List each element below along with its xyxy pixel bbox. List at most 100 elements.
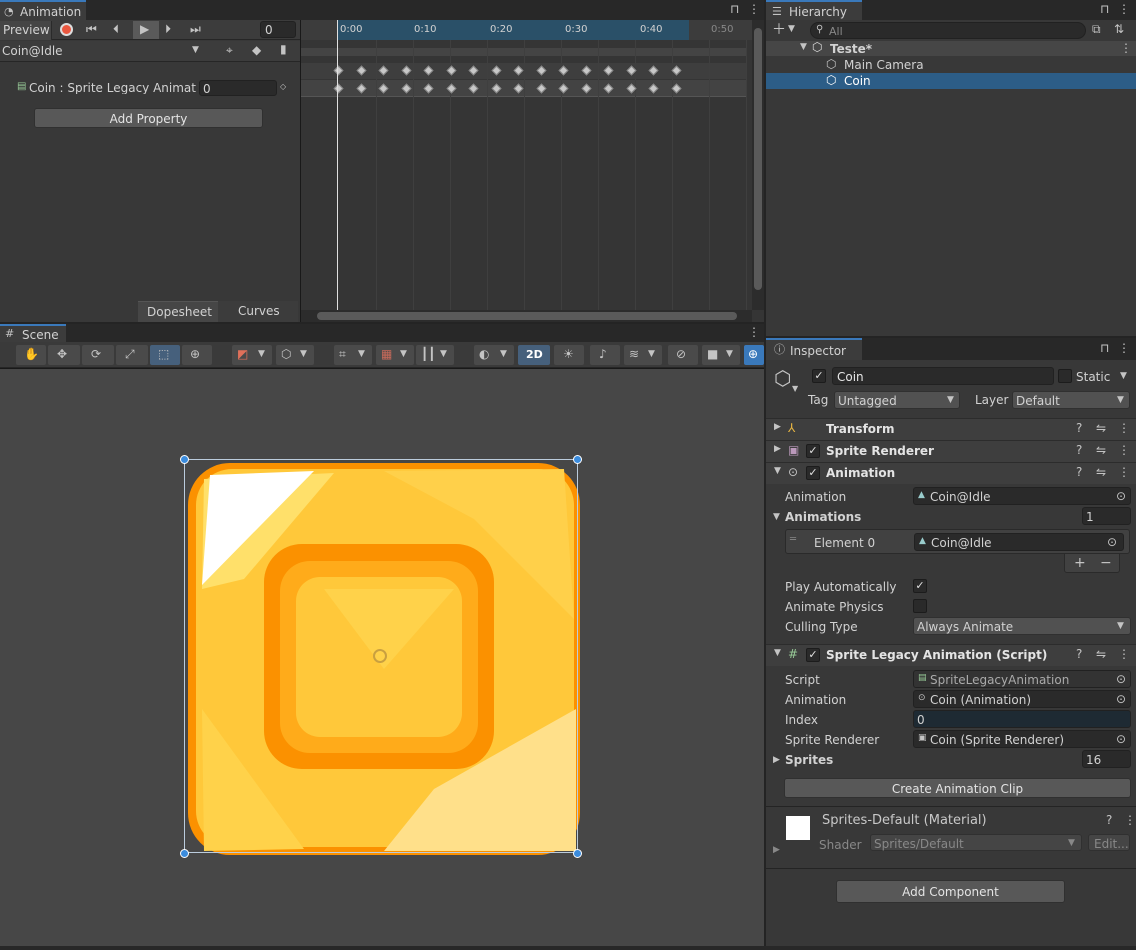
add-property-button[interactable]: Add Property xyxy=(34,108,263,128)
resize-handle[interactable] xyxy=(180,455,189,464)
clip-dropdown[interactable]: Coin@Idle ▼ xyxy=(0,42,206,61)
keyframe[interactable] xyxy=(536,83,546,94)
keyframe[interactable] xyxy=(446,65,456,76)
remove-icon[interactable]: − xyxy=(1100,556,1112,570)
animations-list-element[interactable]: ═ Element 0 ▲ Coin@Idle ⊙ xyxy=(785,529,1130,554)
dopesheet-timeline[interactable]: 0:00 0:10 0:20 0:30 0:40 0:50 xyxy=(301,20,784,322)
more-icon[interactable]: ⋮ xyxy=(1120,42,1132,54)
enabled-checkbox[interactable]: ✓ xyxy=(806,648,820,662)
sprite-renderer-field[interactable]: ▣ Coin (Sprite Renderer) ⊙ xyxy=(913,730,1131,748)
more-icon[interactable]: ⋮ xyxy=(1118,466,1130,478)
2d-toggle-button[interactable]: 2D xyxy=(518,345,550,365)
tab-scene[interactable]: # Scene xyxy=(0,324,66,342)
expand-icon[interactable]: ▼ xyxy=(774,467,781,476)
sprite-renderer-component-header[interactable]: ▶ ▣ ✓ Sprite Renderer ? ⇋ ⋮ xyxy=(766,440,1136,462)
chevron-down-icon[interactable]: ▼ xyxy=(1120,372,1127,381)
add-event-icon[interactable]: ▮ xyxy=(280,43,287,55)
panel-divider[interactable] xyxy=(0,322,764,324)
index-input[interactable]: 0 xyxy=(913,710,1131,728)
create-animation-clip-button[interactable]: Create Animation Clip xyxy=(784,778,1131,798)
keyframe[interactable] xyxy=(513,65,524,76)
play-automatically-checkbox[interactable]: ✓ xyxy=(913,579,927,593)
resize-handle[interactable] xyxy=(180,849,189,858)
next-frame-icon[interactable]: ⏵ xyxy=(165,23,171,35)
keyframe[interactable] xyxy=(626,83,636,94)
help-icon[interactable]: ? xyxy=(1076,466,1082,478)
add-icon[interactable]: + xyxy=(1074,556,1086,570)
keyframe[interactable] xyxy=(558,83,569,94)
camera-dropdown[interactable]: ■ ▼ xyxy=(702,345,740,365)
keyframe[interactable] xyxy=(356,65,366,76)
help-icon[interactable]: ? xyxy=(1106,814,1112,826)
keyframe[interactable] xyxy=(603,83,614,94)
edit-shader-button[interactable]: Edit... xyxy=(1088,834,1130,851)
keyframe[interactable] xyxy=(468,65,479,76)
scale-tool-button[interactable]: ⤢ xyxy=(116,345,148,365)
keyframe[interactable] xyxy=(558,65,569,76)
enabled-checkbox[interactable]: ✓ xyxy=(806,444,820,458)
element-clip-field[interactable]: ▲ Coin@Idle ⊙ xyxy=(914,533,1124,551)
add-keyframe-icon[interactable]: ◆ xyxy=(252,44,261,56)
culling-type-dropdown[interactable]: Always Animate ▼ xyxy=(913,617,1131,635)
resize-handle[interactable] xyxy=(573,455,582,464)
object-name-input[interactable]: Coin xyxy=(832,367,1054,385)
transform-component-header[interactable]: ▶ ⅄ Transform ? ⇋ ⋮ xyxy=(766,418,1136,440)
keyframe[interactable] xyxy=(536,65,546,76)
effects-dropdown[interactable]: ≋ ▼ xyxy=(624,345,662,365)
component-tool-dropdown[interactable]: ⬡ ▼ xyxy=(276,345,314,365)
pivot-dropdown[interactable]: ⌗ ▼ xyxy=(334,345,372,365)
more-icon[interactable]: ⋮ xyxy=(1118,444,1130,456)
presets-icon[interactable]: ⇋ xyxy=(1096,648,1106,660)
keyframe[interactable] xyxy=(401,65,411,76)
object-picker-icon[interactable]: ⊙ xyxy=(1116,673,1126,685)
tab-hierarchy[interactable]: ☰ Hierarchy xyxy=(766,0,862,20)
presets-icon[interactable]: ⇋ xyxy=(1096,466,1106,478)
keyframe[interactable] xyxy=(671,65,681,76)
panel-divider[interactable] xyxy=(764,0,766,950)
object-picker-icon[interactable]: ⊙ xyxy=(1116,733,1126,745)
keyframe[interactable] xyxy=(671,83,681,94)
property-value-field[interactable]: 0 xyxy=(199,80,277,96)
layer-dropdown[interactable]: Default ▼ xyxy=(1012,391,1130,409)
first-frame-icon[interactable]: ⏮ xyxy=(86,23,97,35)
expand-icon[interactable]: ▶ xyxy=(773,846,780,855)
rect-tool-button[interactable]: ⬚ xyxy=(150,345,180,365)
more-icon[interactable]: ⋮ xyxy=(1118,342,1130,354)
scrollbar-thumb[interactable] xyxy=(754,28,762,290)
keyframe[interactable] xyxy=(333,65,344,76)
lighting-toggle[interactable]: ☀ xyxy=(554,345,584,365)
expand-icon[interactable]: ▼ xyxy=(800,43,807,52)
hierarchy-search-input[interactable]: ⚲ All xyxy=(810,22,1086,39)
expand-icon[interactable]: ▼ xyxy=(773,513,780,522)
more-icon[interactable]: ⋮ xyxy=(1118,422,1130,434)
rotate-tool-button[interactable]: ⟳ xyxy=(82,345,114,365)
keyframe[interactable] xyxy=(378,65,389,76)
animation-clip-field[interactable]: ▲ Coin@Idle ⊙ xyxy=(913,487,1131,505)
panel-divider[interactable] xyxy=(766,336,1136,338)
help-icon[interactable]: ? xyxy=(1076,444,1082,456)
frame-input[interactable]: 0 xyxy=(260,21,296,38)
hierarchy-item-main-camera[interactable]: ⬡ Main Camera xyxy=(766,57,1136,73)
add-icon[interactable]: ＋ xyxy=(772,23,786,37)
move-tool-button[interactable]: ✥ xyxy=(48,345,80,365)
shading-mode-dropdown[interactable]: ◐ ▼ xyxy=(474,345,514,365)
resize-handle[interactable] xyxy=(573,849,582,858)
keyframe-diamond-icon[interactable]: ◇ xyxy=(280,83,286,91)
expand-icon[interactable]: ▶ xyxy=(774,445,781,454)
keyframe[interactable] xyxy=(378,83,389,94)
shader-dropdown[interactable]: Sprites/Default ▼ xyxy=(870,834,1082,851)
keyframe[interactable] xyxy=(648,83,659,94)
help-icon[interactable]: ? xyxy=(1076,422,1082,434)
object-picker-icon[interactable]: ⊙ xyxy=(1116,693,1126,705)
animate-physics-checkbox[interactable] xyxy=(913,599,927,613)
tab-dopesheet[interactable]: Dopesheet xyxy=(138,301,218,322)
presets-icon[interactable]: ⇋ xyxy=(1096,422,1106,434)
script-component-header[interactable]: ▼ # ✓ Sprite Legacy Animation (Script) ?… xyxy=(766,644,1136,666)
keyframe[interactable] xyxy=(491,83,501,94)
object-picker-icon[interactable]: ⊙ xyxy=(1116,490,1126,502)
expand-icon[interactable]: ▶ xyxy=(773,756,780,765)
gizmos-toggle[interactable]: ⊕ xyxy=(744,345,764,365)
preview-button[interactable]: Preview xyxy=(0,21,52,40)
drag-handle-icon[interactable]: ═ xyxy=(790,535,796,545)
scene-viewport[interactable] xyxy=(0,369,764,946)
